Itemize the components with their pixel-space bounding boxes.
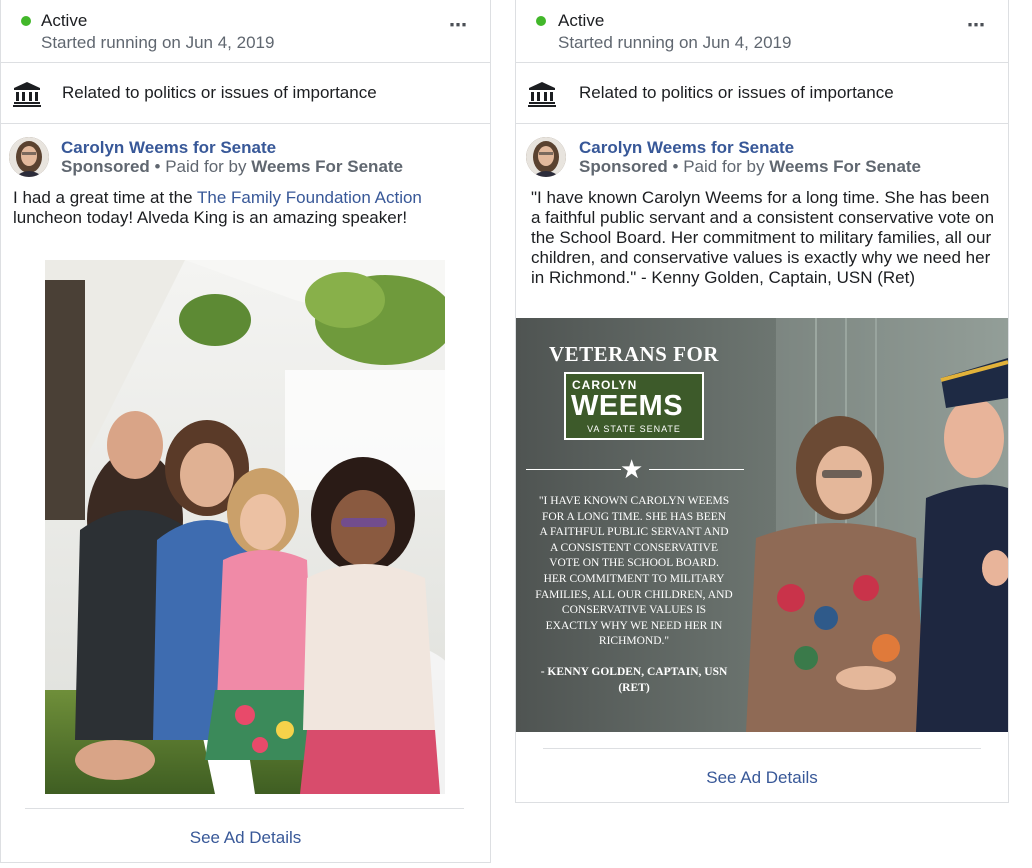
bullet-separator: • (672, 157, 679, 176)
family-foundation-link[interactable]: The Family Foundation Action (197, 188, 422, 207)
bullet-separator: • (154, 157, 161, 176)
quote-line: VOTE ON THE SCHOOL BOARD. (549, 557, 719, 570)
ad-photo-luncheon[interactable] (45, 260, 445, 794)
ad-category-row: Related to politics or issues of importa… (1, 63, 490, 124)
quote-line: EXACTLY WHY WE NEED HER IN (545, 619, 723, 632)
quote-line: A CONSISTENT CONSERVATIVE (550, 541, 718, 554)
sponsored-line: Sponsored • Paid for by Weems For Senate (579, 157, 921, 177)
quote-line: HER COMMITMENT TO MILITARY (543, 572, 725, 585)
graphic-quote: "I HAVE KNOWN CAROLYN WEEMS FOR A LONG T… (516, 494, 752, 696)
sponsored-label: Sponsored (61, 157, 150, 176)
avatar[interactable] (9, 137, 49, 177)
ad-text-before-link: I had a great time at the (13, 188, 197, 207)
page-name-link[interactable]: Carolyn Weems for Senate (61, 138, 276, 158)
quote-line: RICHMOND." (598, 635, 670, 648)
ad-graphic-veterans[interactable]: VETERANS FOR CAROLYN WEEMS VA STATE SENA… (516, 318, 1008, 732)
quote-line: FAMILIES, ALL OUR CHILDREN, AND (535, 588, 733, 601)
category-label: Related to politics or issues of importa… (579, 83, 894, 102)
divider (25, 808, 464, 809)
paid-for-by: Weems For Senate (251, 157, 404, 176)
paid-for-prefix: Paid for by (683, 157, 765, 176)
more-options-icon[interactable]: ⋯ (967, 16, 986, 34)
status-dot-icon (21, 16, 31, 26)
ad-card-2: Active Started running on Jun 4, 2019 ⋯ … (515, 0, 1009, 803)
avatar[interactable] (526, 137, 566, 177)
quote-line: "I HAVE KNOWN CAROLYN WEEMS (538, 495, 730, 507)
see-ad-details-link[interactable]: See Ad Details (1, 828, 490, 848)
quote-attribution: - KENNY GOLDEN, CAPTAIN, USN (540, 665, 728, 678)
status-label: Active (41, 11, 88, 30)
sponsored-label: Sponsored (579, 157, 668, 176)
weems-logo: CAROLYN WEEMS VA STATE SENATE (564, 372, 704, 440)
graphic-rule-right (649, 469, 744, 470)
start-date: Started running on Jun 4, 2019 (41, 33, 275, 52)
quote-line: A FAITHFUL PUBLIC SERVANT AND (539, 526, 729, 539)
graphic-rule-left (526, 469, 621, 470)
ad-card-1: Active Started running on Jun 4, 2019 ⋯ … (0, 0, 491, 863)
more-options-icon[interactable]: ⋯ (449, 16, 468, 34)
ad-status-row: Active Started running on Jun 4, 2019 ⋯ (516, 0, 1008, 63)
see-ad-details-link[interactable]: See Ad Details (516, 768, 1008, 788)
divider (543, 748, 981, 749)
star-icon: ★ (620, 454, 644, 484)
ad-text-after-link: luncheon today! Alveda King is an amazin… (13, 208, 408, 227)
quote-attribution-rank: (RET) (618, 681, 650, 694)
quote-line: CONSERVATIVE VALUES IS (561, 604, 707, 617)
logo-subtitle: VA STATE SENATE (587, 424, 681, 434)
ad-text: I had a great time at the The Family Fou… (13, 188, 476, 228)
paid-for-by: Weems For Senate (769, 157, 922, 176)
quote-line: FOR A LONG TIME. SHE HAS BEEN (541, 510, 727, 523)
ad-text: "I have known Carolyn Weems for a long t… (531, 188, 995, 287)
sponsored-line: Sponsored • Paid for by Weems For Senate (61, 157, 403, 177)
status-dot-icon (536, 16, 546, 26)
paid-for-prefix: Paid for by (165, 157, 247, 176)
status-label: Active (558, 11, 605, 30)
ad-category-row: Related to politics or issues of importa… (516, 63, 1008, 124)
government-building-icon (13, 82, 41, 107)
start-date: Started running on Jun 4, 2019 (558, 33, 792, 52)
category-label: Related to politics or issues of importa… (62, 83, 377, 102)
logo-last-name: WEEMS (571, 390, 684, 422)
page-name-link[interactable]: Carolyn Weems for Senate (579, 138, 794, 158)
government-building-icon (528, 82, 556, 107)
graphic-headline: VETERANS FOR (549, 342, 719, 366)
ad-status-row: Active Started running on Jun 4, 2019 ⋯ (1, 0, 490, 63)
